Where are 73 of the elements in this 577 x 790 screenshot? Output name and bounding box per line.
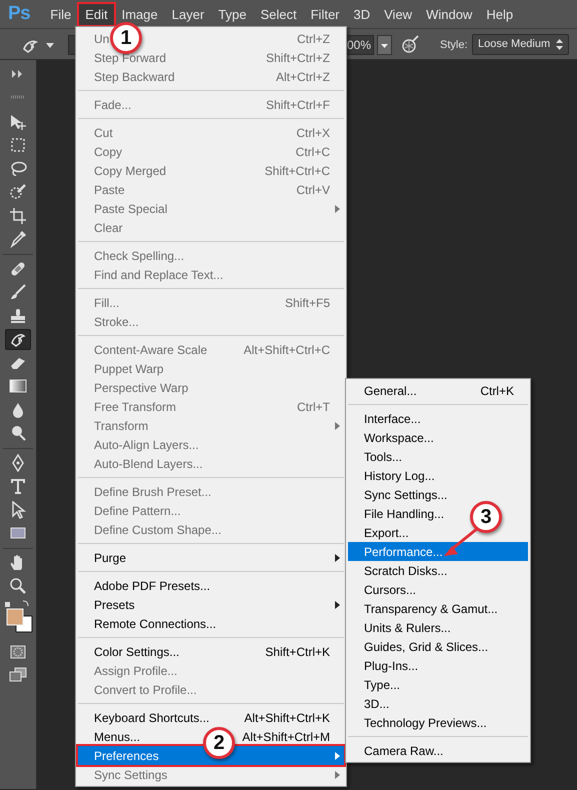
menu-bar-item[interactable]: Type — [212, 4, 252, 24]
menu-item[interactable]: Transparency & Gamut... — [364, 600, 498, 618]
caret-icon[interactable] — [46, 43, 54, 48]
shortcut-text: Alt+Shift+Ctrl+M — [242, 728, 330, 746]
shortcut-text: Shift+F5 — [284, 294, 330, 312]
zoom-tool-icon[interactable] — [9, 577, 27, 595]
menu-item[interactable]: File Handling... — [364, 504, 444, 522]
menu-item[interactable]: Tools... — [364, 448, 402, 466]
menu-bar-item[interactable]: Image — [116, 4, 164, 24]
shortcut-text: Alt+Shift+Ctrl+C — [244, 342, 330, 358]
menu-item[interactable]: Units & Rulers... — [364, 618, 451, 636]
lasso-tool-icon[interactable] — [9, 160, 27, 178]
menu-item[interactable]: Performance... — [348, 542, 528, 561]
style-label: Style: — [440, 38, 468, 53]
menu-bar-item[interactable]: Select — [254, 4, 303, 24]
menu-item[interactable]: History Log... — [364, 466, 435, 484]
crop-tool-icon[interactable] — [9, 206, 27, 224]
menu-item[interactable]: Adobe PDF Presets... — [94, 576, 210, 594]
annotation-arrow — [444, 526, 479, 556]
shortcut-text: Ctrl+K — [480, 382, 514, 400]
shortcut-text: Ctrl+T — [297, 398, 330, 416]
menu-bar-item[interactable]: Filter — [304, 4, 346, 24]
menu-item[interactable]: Color Settings... — [94, 642, 180, 660]
menu-bar-item[interactable]: Window — [420, 4, 478, 24]
style-select[interactable]: Loose Medium — [472, 34, 569, 55]
shortcut-text: Ctrl+V — [296, 182, 330, 198]
shortcut-text: Shift+Ctrl+C — [264, 162, 330, 180]
menu-item[interactable]: General... — [364, 382, 417, 400]
shortcut-text: Ctrl+Z — [297, 30, 330, 48]
menu-item[interactable]: Scratch Disks... — [364, 562, 448, 580]
shortcut-text: Shift+Ctrl+Z — [266, 50, 330, 66]
shortcut-text: Alt+Ctrl+Z — [276, 68, 330, 86]
brush-tool-icon[interactable] — [9, 283, 27, 301]
menu-item[interactable]: Presets — [94, 596, 135, 614]
quick-mask-icon[interactable] — [9, 642, 27, 660]
menu-bar-item[interactable]: File — [44, 4, 78, 24]
menu-bar-item[interactable]: 3D — [348, 4, 376, 24]
menu-bar-item[interactable]: View — [378, 4, 418, 24]
menu-item[interactable]: Guides, Grid & Slices... — [364, 638, 488, 656]
move-tool-icon[interactable] — [9, 112, 27, 130]
menu-item[interactable]: 3D... — [364, 694, 390, 712]
menu-bar-item[interactable]: Layer — [166, 4, 210, 24]
menu-bar-item[interactable]: Help — [480, 4, 520, 24]
menu-item[interactable]: Type... — [364, 676, 400, 694]
screen-mode-icon[interactable] — [9, 666, 27, 684]
gradient-tool-icon[interactable] — [9, 377, 27, 395]
menu-item[interactable]: Export... — [364, 524, 409, 542]
menu-item[interactable]: Technology Previews... — [364, 714, 487, 732]
dodge-tool-icon[interactable] — [9, 424, 27, 442]
stamp-tool-icon[interactable] — [9, 306, 27, 324]
menu-item[interactable]: Plug-Ins... — [364, 656, 418, 674]
menu-item[interactable]: Purge — [94, 548, 126, 566]
menu-item[interactable]: Menus... — [94, 728, 140, 746]
menu-item[interactable]: Camera Raw... — [364, 742, 444, 760]
up-down-arrows-icon[interactable] — [556, 39, 563, 50]
shortcut-text: Shift+Ctrl+K — [265, 644, 330, 660]
menu-item[interactable]: Remote Connections... — [94, 614, 216, 632]
shortcut-text: Ctrl+C — [296, 144, 330, 160]
menu-item[interactable]: Cursors... — [364, 580, 416, 598]
menu-item[interactable]: Interface... — [364, 410, 421, 428]
shortcut-text: Alt+Shift+Ctrl+K — [244, 710, 330, 726]
type-tool-icon[interactable] — [9, 477, 27, 495]
menu-item[interactable]: Sync Settings... — [364, 486, 448, 504]
airbrush-icon[interactable] — [400, 35, 420, 55]
app-logo: Ps — [8, 2, 30, 26]
shortcut-text: Ctrl+X — [296, 124, 330, 142]
eyedropper-icon[interactable] — [9, 230, 27, 248]
menu-item[interactable]: Workspace... — [364, 428, 434, 446]
shortcut-text: Shift+Ctrl+F — [266, 96, 330, 114]
menu-item[interactable]: Keyboard Shortcuts... — [94, 708, 210, 726]
quick-select-icon[interactable] — [9, 183, 27, 201]
menu-bar-item[interactable]: Edit — [79, 4, 114, 24]
marquee-tool-icon[interactable] — [9, 136, 27, 154]
